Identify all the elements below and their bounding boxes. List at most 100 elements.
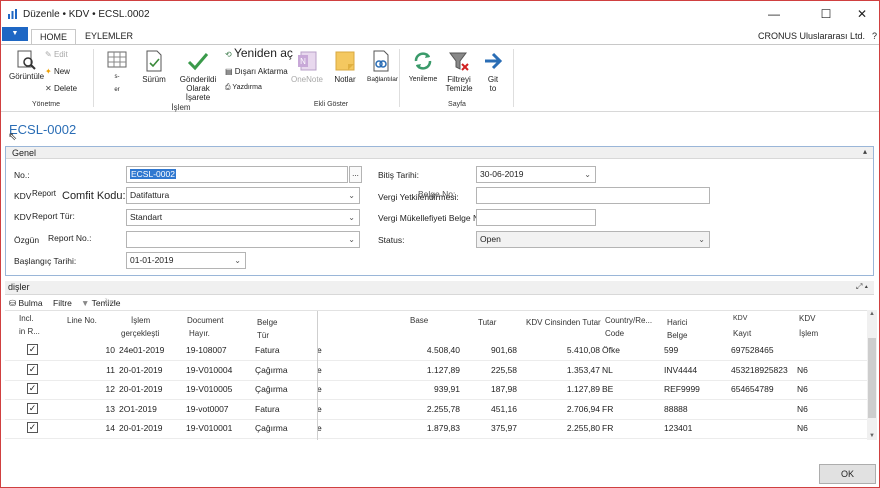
scrollbar-thumb[interactable] (868, 338, 876, 418)
cell-document-no[interactable]: 19-V010004 (186, 365, 256, 375)
cell-external-doc[interactable]: 88888 (664, 404, 724, 414)
cell-posting-date[interactable]: 20-01-2019 (119, 365, 189, 375)
cell-vat-tx[interactable]: N6 (797, 404, 837, 414)
filter-button[interactable]: Filtre (53, 298, 72, 308)
cell-truncated[interactable]: e (317, 404, 327, 414)
col-base[interactable]: Base (410, 314, 428, 328)
close-button[interactable]: ✕ (849, 5, 875, 23)
cell-country[interactable]: BE (602, 384, 657, 394)
cell-external-doc[interactable]: REF9999 (664, 384, 724, 394)
table-row[interactable]: ✓ 11 20-01-2019 19-V010004 Çağırma e 1.127,89 2… (5, 361, 867, 381)
cell-amount[interactable]: 451,16 (455, 404, 517, 414)
cell-vat-lcy[interactable]: 1.127,89 (525, 384, 600, 394)
include-checkbox[interactable]: ✓ (27, 402, 38, 414)
cell-external-doc[interactable]: 123401 (664, 423, 724, 433)
col-vatreg-a[interactable]: KDV (733, 312, 747, 326)
new-button[interactable]: ✦ New (45, 67, 70, 76)
onenote-button[interactable]: N OneNote (287, 49, 327, 84)
own-report-field[interactable]: ⌄ (126, 231, 360, 248)
cell-line-no[interactable]: 13 (65, 404, 115, 414)
include-checkbox[interactable]: ✓ (27, 383, 38, 394)
grid-vertical-scrollbar[interactable]: ▲ ▼ (867, 310, 877, 440)
cell-amount[interactable]: 187,98 (455, 384, 517, 394)
cell-vat-lcy[interactable]: 2.706,94 (525, 404, 600, 414)
cell-posting-date[interactable]: 20-01-2019 (119, 384, 189, 394)
cell-vat-tx[interactable]: N6 (797, 384, 837, 394)
col-incl-b[interactable]: in R... (19, 325, 40, 339)
cell-base[interactable]: 1.879,83 (385, 423, 460, 433)
clear-filter-link[interactable]: ▼ Temizleilter (81, 298, 120, 308)
cell-document-type[interactable]: Çağırma (255, 423, 315, 433)
expand-icon[interactable]: ⤢ ▴ (856, 282, 868, 292)
cell-truncated[interactable]: e (317, 345, 327, 355)
col-country-a[interactable]: Country/Re... (605, 314, 652, 328)
cell-document-type[interactable]: Çağırma (255, 384, 315, 394)
cell-vat-tx[interactable]: N6 (797, 423, 837, 433)
cell-truncated[interactable]: e (317, 384, 327, 394)
col-vatreg-b[interactable]: Kayıt (733, 327, 751, 341)
cell-country[interactable]: FR (602, 404, 657, 414)
suggest-lines-button[interactable]: s- er (103, 49, 131, 95)
find-button[interactable]: ⛁ Bulma (9, 298, 43, 309)
cell-base[interactable]: 1.127,89 (385, 365, 460, 375)
cell-amount[interactable]: 375,97 (455, 423, 517, 433)
refresh-button[interactable]: Yenileme (407, 49, 439, 84)
no-assist-button[interactable]: ... (349, 166, 362, 183)
start-date-field[interactable]: 01-01-2019 ⌄ (126, 252, 246, 269)
cell-amount[interactable]: 225,58 (455, 365, 517, 375)
cell-country[interactable]: Öfke (602, 345, 657, 355)
cell-truncated[interactable]: e (317, 365, 327, 375)
type-field[interactable]: Standart ⌄ (126, 209, 360, 226)
clear-filter-button[interactable]: Filtreyi Temizle (441, 49, 477, 93)
cell-document-type[interactable]: Fatura (255, 404, 315, 414)
cell-vat-reg[interactable]: 453218925823 (731, 365, 799, 375)
cell-posting-date[interactable]: 20-01-2019 (119, 423, 189, 433)
minimize-button[interactable]: — (761, 5, 787, 23)
cell-posting-date[interactable]: 2O1-2019 (119, 404, 189, 414)
table-row[interactable]: ✓ 13 2O1-2019 19-vot0007 Fatura e 2.255,78 451,… (5, 400, 867, 420)
view-button[interactable]: Görüntüle (9, 49, 44, 81)
cell-document-no[interactable]: 19-V010005 (186, 384, 256, 394)
col-incl-a[interactable]: Incl. (19, 312, 34, 326)
end-date-field[interactable]: 30-06-2019 ⌄ (476, 166, 596, 183)
col-vattx-a[interactable]: KDV (799, 312, 815, 326)
include-checkbox[interactable]: ✓ (27, 344, 38, 355)
cell-vat-lcy[interactable]: 2.255,80 (525, 423, 600, 433)
release-button[interactable]: Sürüm (139, 49, 169, 84)
table-row[interactable]: ✓ 14 20-01-2019 19-V010001 Çağırma e 1.879,83 3… (5, 419, 867, 439)
collapse-icon[interactable]: ▴ (863, 147, 867, 156)
cell-vat-lcy[interactable]: 5.410,08 (525, 345, 600, 355)
reopen-button[interactable]: ⟲ Yeniden aç (225, 47, 293, 59)
cell-vat-reg[interactable]: 654654789 (731, 384, 799, 394)
scroll-down-icon[interactable]: ▼ (868, 433, 876, 439)
tab-actions[interactable]: EYLEMLER (77, 29, 141, 45)
col-posting-b[interactable]: gerçekleşti (121, 327, 159, 341)
table-row[interactable]: ✓ 10 24e01-2019 19-108007 Fatura e 4.508,40 901… (5, 341, 867, 361)
include-checkbox[interactable]: ✓ (27, 363, 38, 375)
mark-sent-button[interactable]: Gönderildi Olarak İşarete (173, 49, 223, 102)
cell-line-no[interactable]: 10 (65, 345, 115, 355)
delete-button[interactable]: ✕ Delete (45, 84, 77, 93)
links-button[interactable]: Bağlantılar (367, 49, 398, 84)
cell-line-no[interactable]: 11 (65, 365, 115, 375)
scroll-up-icon[interactable]: ▲ (868, 311, 876, 317)
cell-document-no[interactable]: 19-108007 (186, 345, 256, 355)
col-country-b[interactable]: Code (605, 327, 624, 341)
report-field[interactable]: Datifattura ⌄ (126, 187, 360, 204)
include-checkbox[interactable]: ✓ (27, 422, 38, 433)
col-vattx-b[interactable]: İşlem (799, 327, 818, 341)
print-button[interactable]: ⎙ Yazdırma (225, 83, 262, 92)
cell-line-no[interactable]: 14 (65, 423, 115, 433)
no-field[interactable]: ECSL-0002 (126, 166, 348, 183)
col-doc-b[interactable]: Hayır. (189, 327, 210, 341)
cell-line-no[interactable]: 12 (65, 384, 115, 394)
tab-home[interactable]: HOME (31, 29, 76, 45)
cell-base[interactable]: 939,91 (385, 384, 460, 394)
help-icon[interactable]: ? (872, 31, 877, 41)
goto-button[interactable]: Git to (481, 49, 505, 93)
export-button[interactable]: ▤ Dışarı Aktarma (225, 67, 288, 76)
ok-button[interactable]: OK (819, 464, 876, 484)
cell-truncated[interactable]: e (317, 423, 327, 433)
maximize-button[interactable]: ☐ (813, 5, 839, 23)
cell-base[interactable]: 4.508,40 (385, 345, 460, 355)
